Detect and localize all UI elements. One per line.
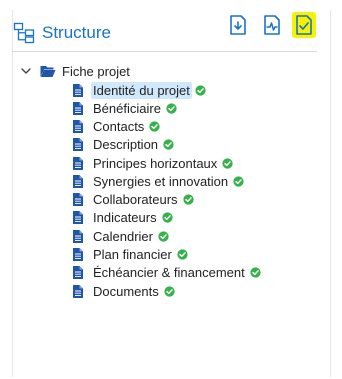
tree-item[interactable]: Principes horizontaux xyxy=(73,155,233,172)
document-icon xyxy=(73,175,83,188)
tree-item-label: Documents xyxy=(93,284,159,299)
tree-item-label: Bénéficiaire xyxy=(93,101,161,116)
file-activity-icon xyxy=(264,15,280,35)
tree-item[interactable]: Calendrier xyxy=(73,228,169,245)
check-file-button[interactable] xyxy=(292,12,316,38)
tree-item-label: Échéancier & financement xyxy=(93,265,245,280)
tree-item[interactable]: Plan financier xyxy=(73,246,188,263)
tree-structure-icon xyxy=(13,22,35,44)
check-circle-icon xyxy=(166,103,177,114)
validate-button[interactable] xyxy=(260,12,284,38)
check-circle-icon xyxy=(163,139,174,150)
tree-root-label: Fiche projet xyxy=(62,63,130,79)
document-icon xyxy=(73,120,83,133)
document-icon xyxy=(73,248,83,261)
document-icon xyxy=(73,138,83,151)
document-icon xyxy=(73,266,83,279)
document-icon xyxy=(73,84,83,97)
tree-item[interactable]: Échéancier & financement xyxy=(73,264,261,281)
check-circle-icon xyxy=(195,85,206,96)
tree-item-label: Principes horizontaux xyxy=(93,156,218,171)
tree-item-label: Collaborateurs xyxy=(93,192,178,207)
folder-open-icon xyxy=(40,66,56,77)
check-circle-icon xyxy=(182,194,194,205)
download-button[interactable] xyxy=(226,12,250,38)
tree-root-fiche-projet[interactable]: Fiche projet xyxy=(20,62,130,80)
tree-item-label: Identité du projet xyxy=(91,82,192,99)
document-icon xyxy=(73,285,83,298)
header-divider xyxy=(12,51,317,52)
tree-item-label: Plan financier xyxy=(93,247,172,262)
tree-item[interactable]: Contacts xyxy=(73,118,160,135)
tree-item-label: Contacts xyxy=(93,119,145,134)
check-circle-icon xyxy=(158,231,169,242)
check-circle-icon xyxy=(250,267,261,278)
tree-item-label: Calendrier xyxy=(93,229,153,244)
check-circle-icon xyxy=(149,121,160,132)
file-check-icon xyxy=(296,15,312,35)
chevron-down-icon[interactable] xyxy=(20,65,32,77)
panel-title: Structure xyxy=(42,23,111,42)
document-icon xyxy=(73,157,83,170)
check-circle-icon xyxy=(164,286,175,297)
tree-item-label: Indicateurs xyxy=(93,210,157,225)
tree-item[interactable]: Description xyxy=(73,136,174,153)
document-icon xyxy=(73,230,83,243)
tree-item[interactable]: Collaborateurs xyxy=(73,191,194,208)
check-circle-icon xyxy=(233,176,244,187)
check-circle-icon xyxy=(161,212,173,223)
tree-item[interactable]: Bénéficiaire xyxy=(73,100,177,117)
tree-item[interactable]: Synergies et innovation xyxy=(73,173,244,190)
document-icon xyxy=(73,193,83,206)
check-circle-icon xyxy=(222,158,233,169)
document-icon xyxy=(73,102,83,115)
tree-item[interactable]: Identité du projet xyxy=(73,82,206,99)
download-file-icon xyxy=(230,15,246,35)
tree-item-label: Synergies et innovation xyxy=(93,174,229,189)
tree-item[interactable]: Indicateurs xyxy=(73,209,173,226)
document-icon xyxy=(73,211,83,224)
tree-item-label: Description xyxy=(93,137,159,152)
check-circle-icon xyxy=(177,249,188,260)
tree-item[interactable]: Documents xyxy=(73,283,175,300)
